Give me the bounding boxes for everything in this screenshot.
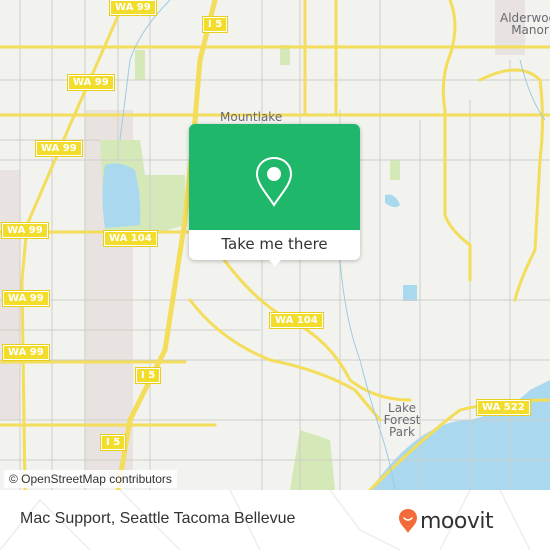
route-shield: WA 99 [1,222,49,239]
park [135,50,145,80]
popup-header [189,124,360,230]
route-shield: WA 99 [67,74,115,91]
route-shield: WA 104 [269,312,324,329]
place-label-lake-forest-park: Lake Forest Park [383,401,421,439]
location-popup: Take me there [189,124,360,266]
popup-pointer [267,258,283,266]
take-me-there-button[interactable]: Take me there [189,230,360,260]
place-label-alderwood-manor: Alderwood Manor [500,11,550,37]
route-shield: WA 522 [476,399,531,416]
route-shield: WA 99 [35,140,83,157]
route-shield: WA 104 [103,230,158,247]
route-shield: WA 99 [2,290,50,307]
place-label-mountlake: Mountlake [220,110,283,124]
map-attribution[interactable]: © OpenStreetMap contributors [4,470,177,488]
pond [403,285,417,301]
lake-ballinger [102,163,141,228]
moovit-wordmark: moovit [420,508,494,534]
route-shield: I 5 [201,16,229,33]
route-shield: WA 99 [109,0,157,16]
pond [385,194,400,208]
footer: Mac Support, Seattle Tacoma Bellevue moo… [0,490,550,550]
route-shield: I 5 [134,367,162,384]
route-shield: WA 99 [2,344,50,361]
moovit-smiley-pin-icon [399,509,417,533]
route-shield: I 5 [99,434,127,451]
park [390,160,400,180]
location-title: Mac Support, Seattle Tacoma Bellevue [20,510,296,527]
moovit-logo[interactable]: moovit [398,506,494,536]
map-pin-icon [255,156,293,207]
